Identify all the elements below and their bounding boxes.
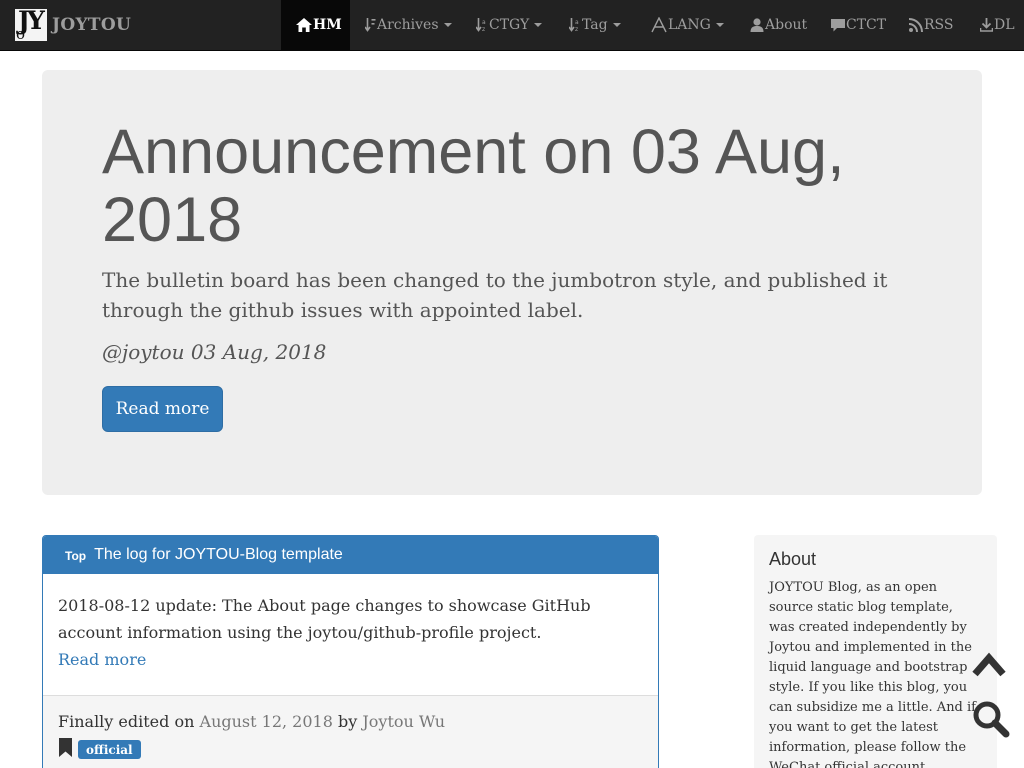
svg-text:a: a <box>482 19 486 26</box>
bookmark-icon <box>58 738 73 761</box>
nav-home[interactable]: HM <box>281 0 350 50</box>
navbar: oJY JOYTOU HM Archives az CTGY a z Tag L… <box>0 0 1024 51</box>
user-icon <box>750 18 764 32</box>
nav-about[interactable]: About <box>734 0 816 50</box>
brand-name: JOYTOU <box>52 15 132 35</box>
search-button[interactable] <box>972 700 1010 738</box>
nav-download[interactable]: DL <box>965 0 1024 50</box>
sidebar-title: About <box>769 549 817 569</box>
search-icon <box>972 701 1010 742</box>
chevron-down-icon <box>443 23 452 27</box>
top-badge: Top <box>65 549 87 563</box>
chevron-down-icon <box>612 23 621 27</box>
sort-icon <box>365 18 376 32</box>
post-title: The log for JOYTOU-Blog template <box>94 546 343 563</box>
nav-download-label: DL <box>994 17 1015 33</box>
brand-link[interactable]: oJY JOYTOU <box>15 9 131 41</box>
rss-icon <box>909 18 923 32</box>
post-panel: Top The log for JOYTOU-Blog template 201… <box>42 535 659 768</box>
nav-about-label: About <box>765 17 808 33</box>
nav-rss[interactable]: RSS <box>894 0 965 50</box>
download-icon <box>980 18 993 32</box>
svg-text:z: z <box>575 26 578 32</box>
by-label: by <box>338 711 358 731</box>
nav-tag[interactable]: az Tag <box>557 0 639 50</box>
post-excerpt: 2018-08-12 update: The About page change… <box>58 596 591 642</box>
edited-prefix: Finally edited on <box>58 711 195 731</box>
nav-home-label: HM <box>313 17 342 33</box>
nav-archives-label: Archives <box>377 17 439 33</box>
announcement-title: Announcement on 03 Aug, 2018 <box>102 117 845 255</box>
nav-contact[interactable]: CTCT <box>816 0 894 50</box>
sort-alpha-icon: az <box>476 18 488 32</box>
tag-official[interactable]: official <box>78 740 141 759</box>
announcement-meta: @joytou 03 Aug, 2018 <box>102 340 327 364</box>
post-heading[interactable]: Top The log for JOYTOU-Blog template <box>43 536 658 574</box>
nav-tag-label: Tag <box>582 17 608 33</box>
nav-contact-label: CTCT <box>846 17 887 33</box>
post-body: 2018-08-12 update: The About page change… <box>43 574 658 695</box>
post-footer: Finally edited on August 12, 2018 by Joy… <box>43 695 658 768</box>
nav-rss-label: RSS <box>924 17 954 33</box>
svg-text:z: z <box>482 26 485 32</box>
announcement-text: The bulletin board has been changed to t… <box>102 268 888 322</box>
nav-language-label: LANG <box>668 17 711 33</box>
read-more-button[interactable]: Read more <box>102 386 223 432</box>
font-icon <box>651 17 667 33</box>
sort-alpha-icon: az <box>569 18 581 32</box>
comment-icon <box>831 18 845 32</box>
nav-category[interactable]: az CTGY <box>464 0 557 50</box>
post-date-link[interactable]: August 12, 2018 <box>200 712 333 731</box>
back-to-top-button[interactable] <box>972 650 1006 680</box>
chevron-down-icon <box>715 23 724 27</box>
chevron-up-icon <box>972 652 1006 684</box>
about-sidebar: About JOYTOU Blog, as an open source sta… <box>754 535 997 768</box>
nav-archives[interactable]: Archives <box>350 0 464 50</box>
post-author-link[interactable]: Joytou Wu <box>362 712 445 731</box>
post-read-more-link[interactable]: Read more <box>58 646 643 673</box>
sidebar-text: JOYTOU Blog, as an open source static bl… <box>769 580 976 768</box>
chevron-down-icon <box>534 23 543 27</box>
nav-language[interactable]: LANG <box>639 0 734 50</box>
nav-category-label: CTGY <box>489 17 530 33</box>
announcement-jumbotron: Announcement on 03 Aug, 2018 The bulleti… <box>42 70 982 495</box>
brand-logo: oJY <box>15 9 47 41</box>
svg-text:a: a <box>575 19 579 26</box>
main-nav: HM Archives az CTGY az Tag LANG About CT… <box>281 0 1024 50</box>
home-icon <box>296 18 312 32</box>
